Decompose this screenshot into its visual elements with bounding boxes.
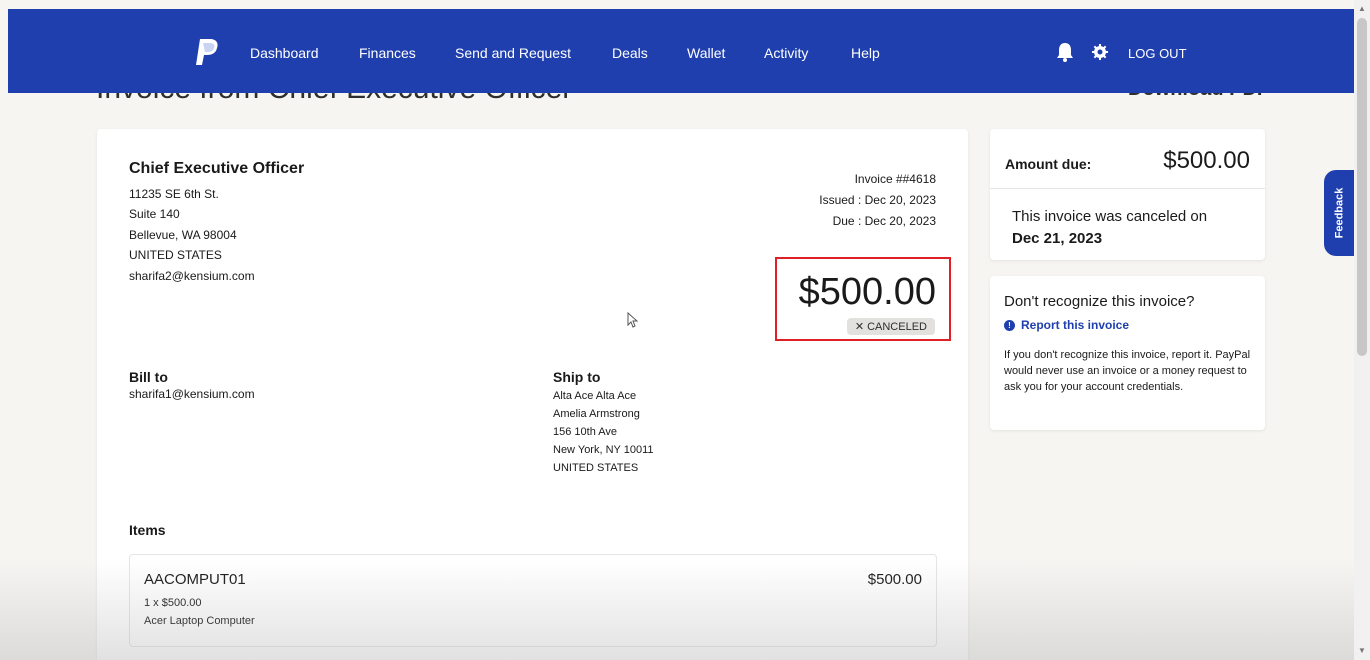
- ship-to-line: 156 10th Ave: [553, 426, 618, 438]
- ship-to-line: New York, NY 10011: [553, 444, 654, 456]
- sender-address-line: UNITED STATES: [129, 248, 222, 262]
- sender-email: sharifa2@kensium.com: [129, 269, 255, 283]
- ship-to-label: Ship to: [553, 369, 601, 385]
- feedback-label: Feedback: [1333, 187, 1345, 239]
- item-code: AACOMPUT01: [144, 571, 246, 588]
- report-card: Don't recognize this invoice? ! Report t…: [990, 276, 1265, 430]
- cancel-note-text: This invoice was canceled on: [1012, 208, 1208, 225]
- divider: [990, 188, 1265, 189]
- scroll-thumb[interactable]: [1357, 18, 1367, 356]
- gear-icon[interactable]: [1092, 44, 1108, 60]
- list-item: AACOMPUT01 $500.00 1 x $500.00 Acer Lapt…: [129, 554, 937, 647]
- ship-to-line: Alta Ace Alta Ace: [553, 390, 637, 402]
- report-invoice-label: Report this invoice: [1021, 318, 1130, 332]
- nav-wallet[interactable]: Wallet: [687, 45, 725, 61]
- nav-finances[interactable]: Finances: [359, 45, 416, 61]
- scroll-down-icon[interactable]: ▼: [1357, 646, 1367, 656]
- cancel-note: This invoice was canceled on Dec 21, 202…: [1012, 206, 1252, 250]
- items-heading: Items: [129, 522, 166, 538]
- ship-to-line: UNITED STATES: [553, 462, 639, 474]
- scrollbar[interactable]: ▲ ▼: [1354, 0, 1370, 660]
- cancel-date: Dec 21, 2023: [1012, 230, 1103, 247]
- item-quantity: 1 x $500.00: [144, 597, 202, 609]
- invoice-number: Invoice ##4618: [854, 172, 936, 186]
- sender-address-line: Suite 140: [129, 207, 180, 221]
- paypal-logo-icon[interactable]: [194, 37, 220, 67]
- amount-due-card: Amount due: $500.00 This invoice was can…: [990, 129, 1265, 260]
- invoice-amount: $500.00: [798, 271, 936, 313]
- sender-address-line: 11235 SE 6th St.: [129, 187, 219, 201]
- mouse-cursor-icon: [627, 312, 639, 328]
- bill-to-label: Bill to: [129, 369, 168, 385]
- ship-to-line: Amelia Armstrong: [553, 408, 640, 420]
- report-title: Don't recognize this invoice?: [1004, 293, 1195, 310]
- sender-address-line: Bellevue, WA 98004: [129, 228, 237, 242]
- nav-help[interactable]: Help: [851, 45, 880, 61]
- item-description: Acer Laptop Computer: [144, 615, 255, 627]
- nav-activity[interactable]: Activity: [764, 45, 808, 61]
- nav-deals[interactable]: Deals: [612, 45, 648, 61]
- status-badge: ✕ CANCELED: [846, 318, 935, 335]
- nav-dashboard[interactable]: Dashboard: [250, 45, 319, 61]
- feedback-button[interactable]: Feedback: [1324, 170, 1354, 256]
- invoice-issued-date: Issued : Dec 20, 2023: [819, 193, 936, 207]
- logout-button[interactable]: LOG OUT: [1128, 46, 1187, 61]
- nav-send-and-request[interactable]: Send and Request: [455, 45, 571, 61]
- amount-due-label: Amount due:: [1005, 156, 1092, 172]
- bill-to-email: sharifa1@kensium.com: [129, 387, 255, 401]
- sender-name: Chief Executive Officer: [129, 160, 305, 177]
- invoice-due-date: Due : Dec 20, 2023: [832, 214, 936, 228]
- item-price: $500.00: [867, 571, 922, 588]
- report-body: If you don't recognize this invoice, rep…: [1004, 349, 1251, 393]
- ship-to-address: Alta Ace Alta Ace Amelia Armstrong 156 1…: [553, 387, 654, 477]
- scroll-up-icon[interactable]: ▲: [1357, 4, 1367, 14]
- report-invoice-link[interactable]: ! Report this invoice: [1004, 318, 1129, 332]
- top-navigation: Dashboard Finances Send and Request Deal…: [8, 9, 1354, 93]
- bell-icon[interactable]: [1056, 42, 1074, 62]
- amount-due-value: $500.00: [1163, 147, 1250, 174]
- info-icon: !: [1004, 319, 1015, 331]
- invoice-card: Chief Executive Officer 11235 SE 6th St.…: [97, 129, 968, 660]
